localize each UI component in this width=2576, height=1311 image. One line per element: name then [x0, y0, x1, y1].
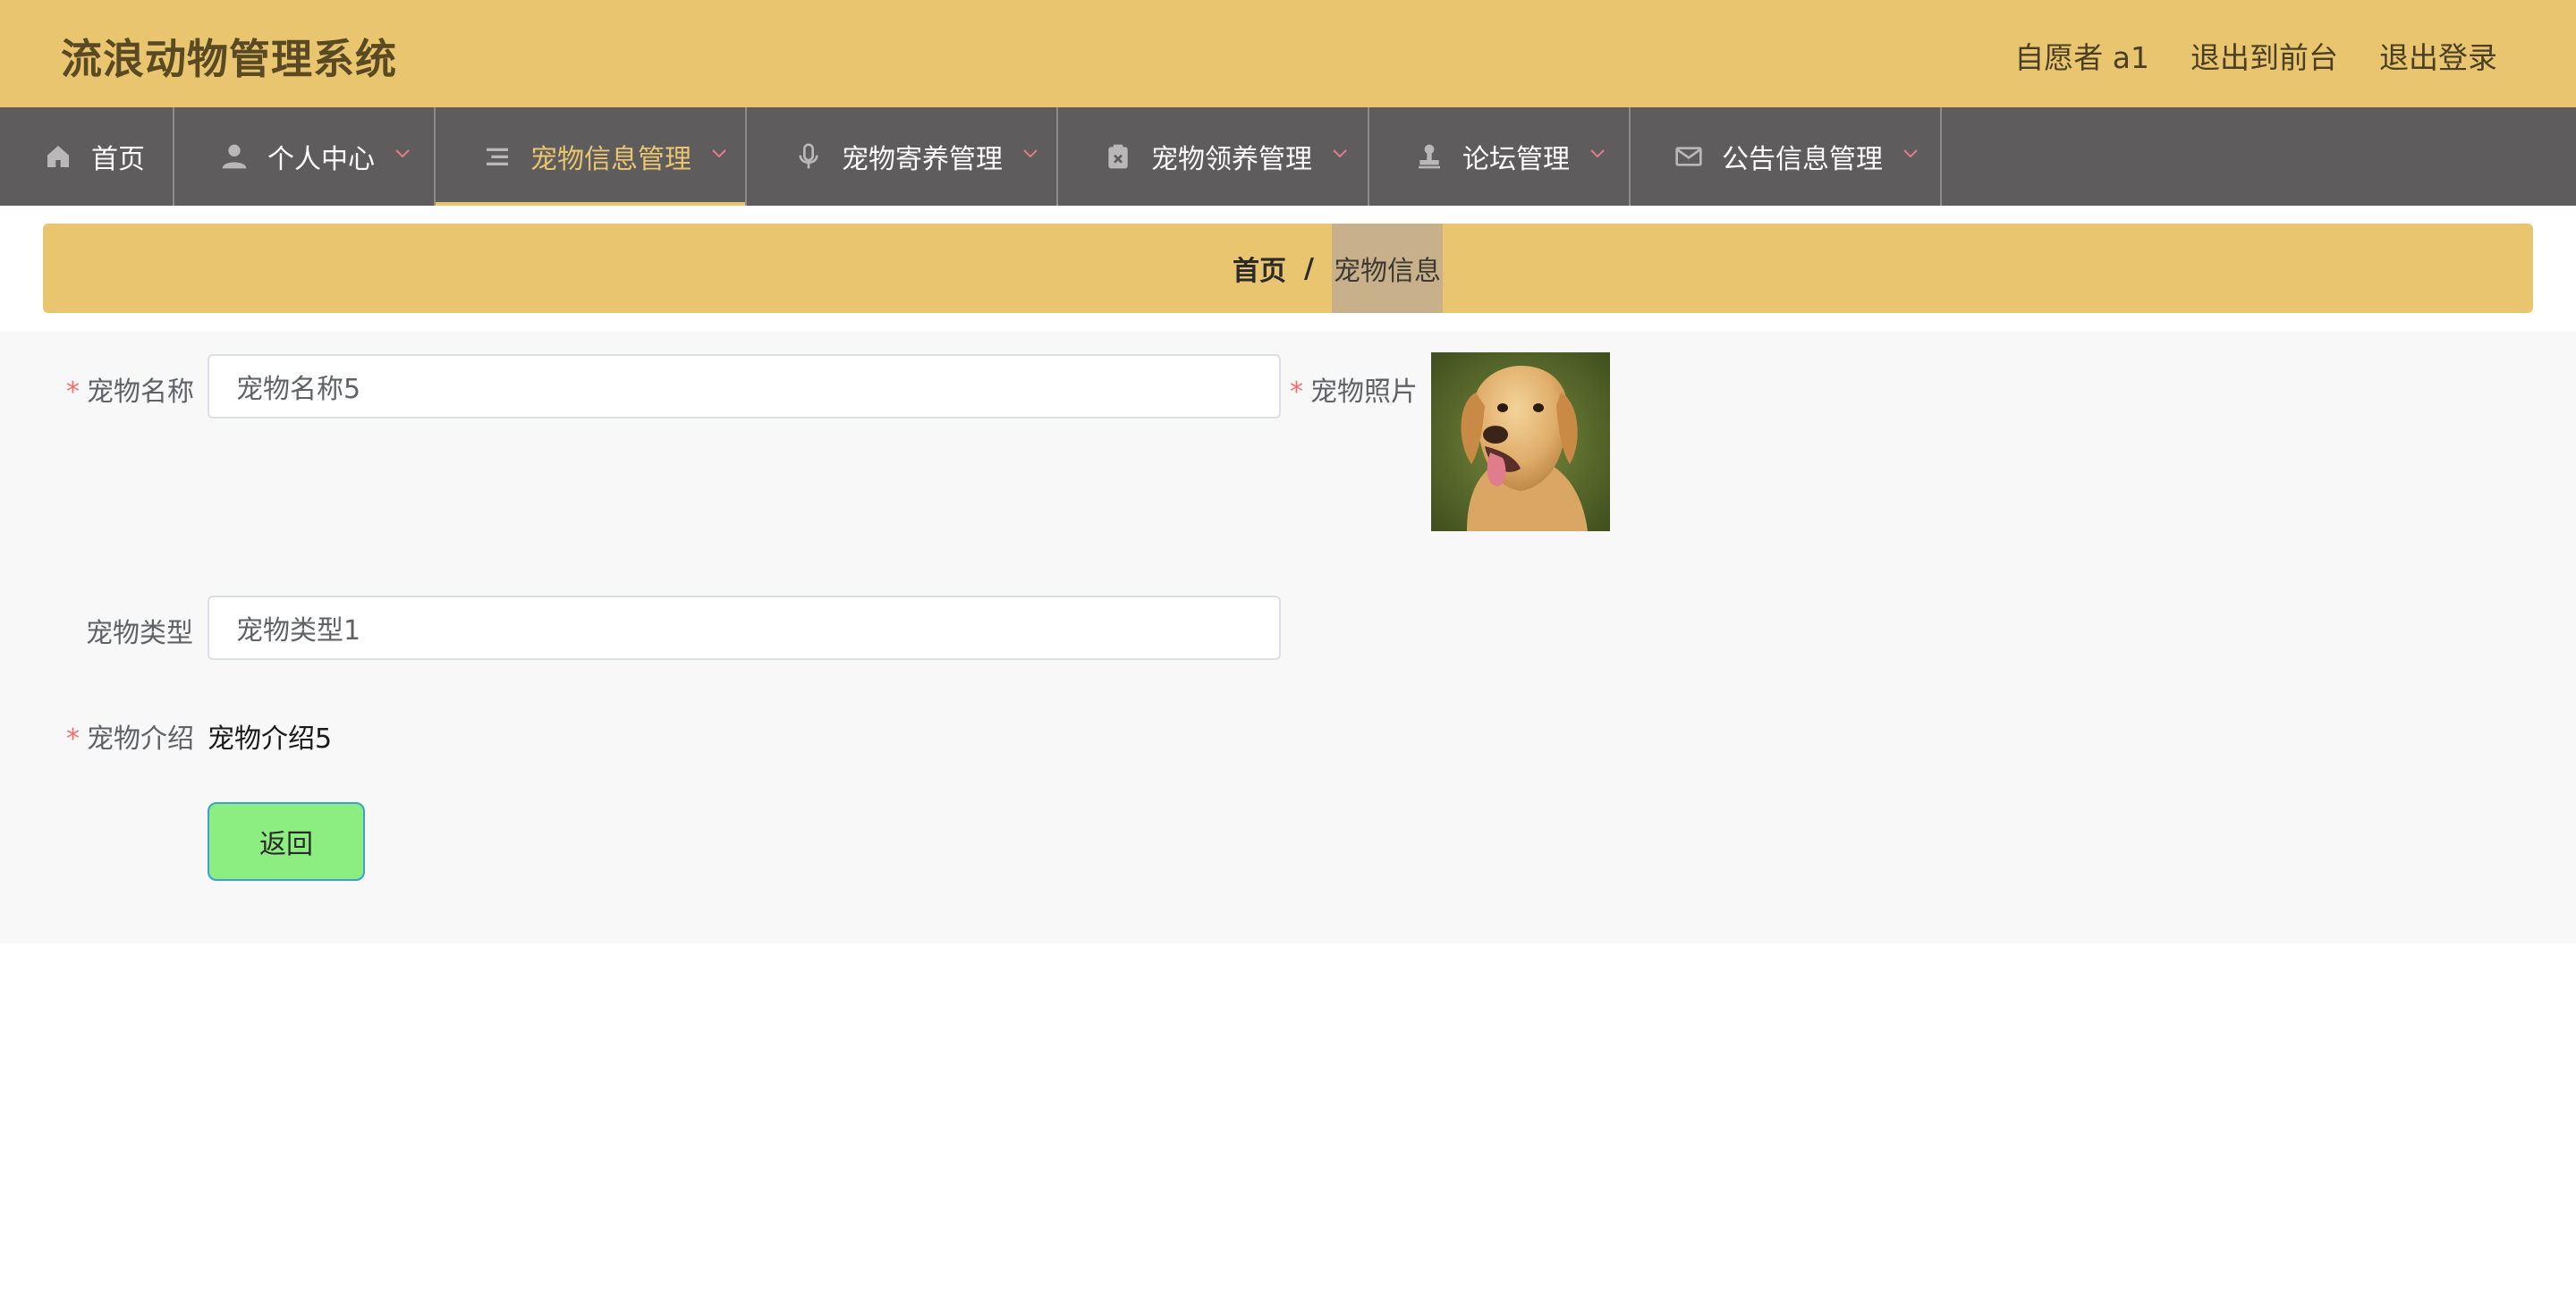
pet-type-field[interactable]: 宠物类型1: [208, 596, 1281, 660]
header-actions: 自愿者 a1 退出到前台 退出登录: [2014, 34, 2497, 77]
chevron-down-icon: [1902, 148, 1919, 165]
chevron-down-icon: [1022, 148, 1038, 165]
nav-item-announcement[interactable]: 公告信息管理: [1631, 107, 1942, 206]
nav-label: 宠物领养管理: [1151, 144, 1312, 175]
list-icon: [482, 141, 513, 172]
nav-label: 公告信息管理: [1722, 144, 1883, 175]
logout-link[interactable]: 退出登录: [2379, 34, 2497, 77]
nav-item-forum[interactable]: 论坛管理: [1369, 107, 1631, 206]
chevron-down-icon: [1332, 148, 1348, 165]
pet-name-value: 宠物名称5: [236, 374, 361, 405]
nav-item-pet-info[interactable]: 宠物信息管理: [436, 107, 747, 206]
main-nav: 首页 个人中心 宠物信息管理 宠物寄养管理 宠物领养管理 论坛管理 公告信息管理: [0, 107, 2576, 206]
pet-name-label-text: 宠物名称: [87, 376, 194, 408]
nav-item-adoption[interactable]: 宠物领养管理: [1058, 107, 1369, 206]
nav-label: 个人中心: [267, 144, 375, 175]
microphone-icon: [793, 141, 824, 172]
nav-label: 宠物寄养管理: [842, 144, 1003, 175]
pet-intro-label: * 宠物介绍: [66, 716, 194, 756]
nav-item-home[interactable]: 首页: [0, 107, 174, 206]
pet-detail-form: * 宠物名称 宠物名称5 * 宠物照片 宠物类型 宠物类型1 * 宠物介绍 宠物…: [0, 331, 2576, 943]
app-title: 流浪动物管理系统: [61, 35, 397, 83]
chevron-down-icon: [394, 148, 411, 165]
nav-item-profile[interactable]: 个人中心: [174, 107, 436, 206]
stamp-icon: [1414, 141, 1445, 172]
breadcrumb-separator: /: [1304, 252, 1314, 284]
required-mark: *: [1290, 376, 1303, 408]
back-button[interactable]: 返回: [208, 802, 365, 881]
nav-label: 首页: [91, 144, 145, 175]
mail-icon: [1674, 141, 1704, 172]
pet-name-field[interactable]: 宠物名称5: [208, 354, 1281, 419]
exit-to-front-link[interactable]: 退出到前台: [2190, 34, 2338, 77]
chevron-down-icon: [1589, 148, 1606, 165]
pet-name-label: * 宠物名称: [66, 369, 194, 409]
chevron-down-icon: [711, 148, 727, 165]
nav-item-foster[interactable]: 宠物寄养管理: [747, 107, 1058, 206]
breadcrumb-current: 宠物信息: [1331, 224, 1443, 313]
user-label: 自愿者 a1: [2014, 40, 2149, 75]
pet-type-value: 宠物类型1: [236, 615, 361, 647]
pet-photo[interactable]: [1431, 352, 1610, 531]
pet-intro-label-text: 宠物介绍: [87, 723, 194, 755]
pet-intro-value: 宠物介绍5: [208, 723, 333, 755]
nav-label: 论坛管理: [1462, 144, 1570, 175]
required-mark: *: [66, 723, 80, 755]
breadcrumb-trail: 首页 / 宠物信息: [1233, 224, 1443, 313]
breadcrumb-home[interactable]: 首页: [1233, 249, 1286, 288]
required-mark: *: [66, 376, 80, 408]
pet-photo-label: * 宠物照片: [1290, 369, 1418, 409]
top-header: 流浪动物管理系统 自愿者 a1 退出到前台 退出登录: [0, 0, 2576, 107]
nav-label: 宠物信息管理: [530, 144, 691, 175]
clipboard-icon: [1103, 141, 1133, 172]
user-icon: [219, 141, 250, 172]
breadcrumb: 首页 / 宠物信息: [43, 224, 2533, 313]
home-icon: [43, 141, 73, 172]
pet-type-label: 宠物类型: [86, 618, 193, 649]
pet-photo-label-text: 宠物照片: [1310, 376, 1418, 408]
